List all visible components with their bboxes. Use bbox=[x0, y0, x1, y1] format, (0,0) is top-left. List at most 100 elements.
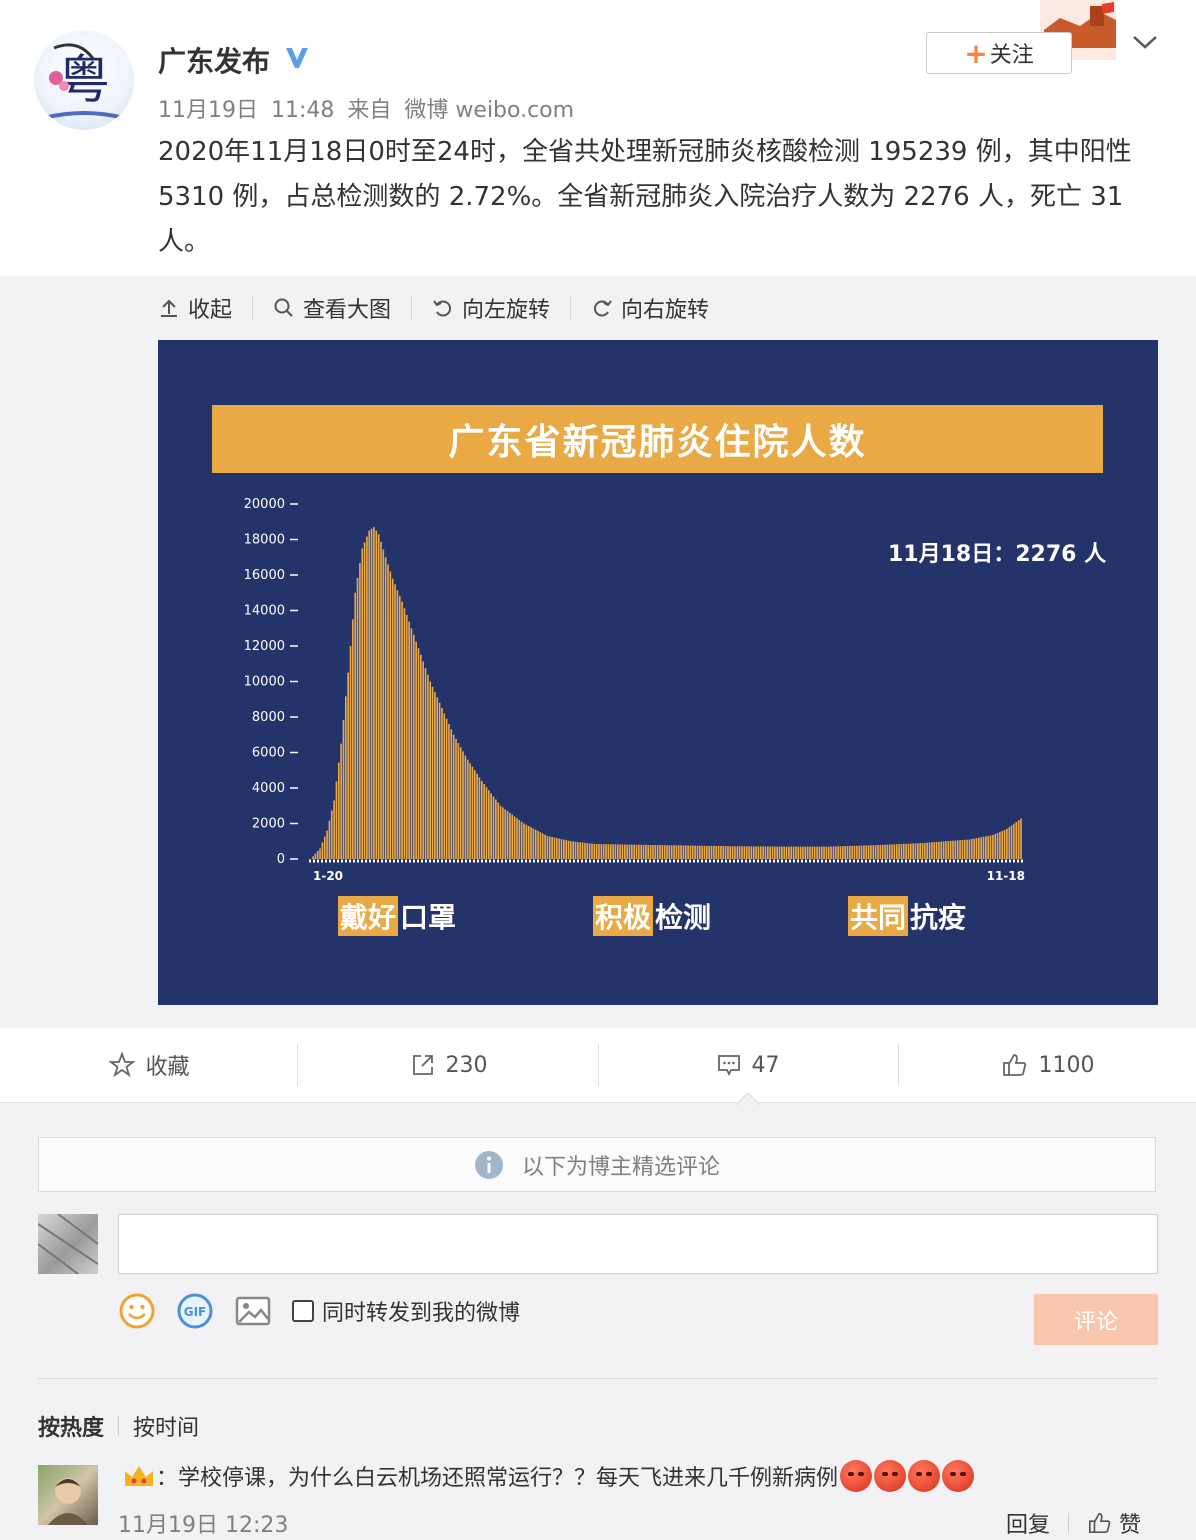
post-time[interactable]: 11:48 bbox=[271, 98, 334, 123]
bar bbox=[422, 661, 424, 859]
view-large-button[interactable]: 查看大图 bbox=[273, 292, 391, 324]
bar bbox=[495, 799, 497, 859]
repost-button[interactable]: 230 bbox=[299, 1028, 598, 1102]
rotate-right-label: 向右旋转 bbox=[621, 298, 710, 323]
bar bbox=[938, 841, 940, 859]
slogan-rest: 抗疫 bbox=[910, 901, 967, 934]
bar bbox=[476, 773, 478, 859]
bar bbox=[649, 844, 652, 859]
bar bbox=[820, 846, 823, 859]
bar bbox=[879, 844, 882, 859]
toolbar-divider bbox=[252, 297, 254, 319]
bar bbox=[389, 571, 392, 859]
angry-emoji-icon bbox=[874, 1460, 907, 1492]
bar bbox=[802, 846, 804, 859]
bar bbox=[778, 846, 781, 859]
bar bbox=[682, 845, 685, 859]
account-avatar[interactable]: 粤 bbox=[34, 30, 134, 130]
bar bbox=[523, 823, 525, 859]
commenter-avatar[interactable] bbox=[38, 1465, 98, 1525]
comment-input[interactable] bbox=[118, 1214, 1158, 1274]
emoji-icon[interactable] bbox=[118, 1292, 156, 1330]
sort-by-time[interactable]: 按时间 bbox=[133, 1410, 199, 1442]
gif-icon[interactable]: GIF bbox=[176, 1292, 214, 1330]
post-date[interactable]: 11月19日 bbox=[158, 98, 258, 123]
repost-checkbox[interactable] bbox=[292, 1300, 314, 1322]
post-text: 2020年11月18日0时至24时，全省共处理新冠肺炎核酸检测 195239 例… bbox=[158, 137, 1132, 257]
bar bbox=[445, 718, 448, 859]
bar bbox=[588, 843, 591, 859]
bar bbox=[398, 595, 401, 859]
collapse-button[interactable]: 收起 bbox=[158, 292, 232, 324]
bar bbox=[963, 839, 966, 859]
bar bbox=[947, 841, 950, 859]
bar bbox=[813, 846, 816, 859]
bar bbox=[999, 831, 1001, 859]
bar bbox=[656, 845, 659, 859]
bar bbox=[349, 646, 352, 859]
bar bbox=[438, 702, 441, 859]
bar bbox=[1003, 829, 1006, 859]
bar bbox=[429, 681, 432, 859]
bar bbox=[466, 759, 469, 859]
bar bbox=[375, 530, 378, 860]
bar bbox=[680, 845, 682, 859]
chevron-down-icon[interactable] bbox=[1130, 30, 1160, 54]
bar bbox=[731, 846, 734, 859]
bar bbox=[380, 541, 382, 859]
bar bbox=[1008, 827, 1011, 859]
favorite-button[interactable]: 收藏 bbox=[0, 1028, 299, 1102]
bar bbox=[593, 843, 596, 859]
bar bbox=[436, 697, 439, 859]
bar bbox=[316, 851, 319, 859]
like-comment-label[interactable]: 赞 bbox=[1119, 1507, 1141, 1539]
bar bbox=[459, 747, 462, 859]
comment-icon bbox=[717, 1055, 740, 1077]
bar bbox=[933, 842, 936, 859]
username[interactable]: 广东发布 bbox=[158, 40, 270, 80]
bar bbox=[860, 845, 863, 859]
repost-option[interactable]: 同时转发到我的微博 bbox=[292, 1295, 520, 1327]
rotate-right-button[interactable]: 向右旋转 bbox=[591, 292, 709, 324]
bar bbox=[755, 846, 757, 859]
sort-by-hot[interactable]: 按热度 bbox=[38, 1410, 104, 1442]
bar bbox=[785, 846, 788, 859]
follow-label: 关注 bbox=[989, 43, 1034, 68]
comment-button[interactable]: 47 bbox=[598, 1028, 897, 1102]
bar bbox=[333, 800, 335, 859]
thumbs-up-icon[interactable] bbox=[1087, 1511, 1113, 1535]
bar bbox=[452, 734, 455, 859]
bar bbox=[502, 807, 504, 859]
bar bbox=[917, 843, 919, 859]
bar bbox=[652, 844, 654, 859]
bar bbox=[790, 846, 793, 859]
bar bbox=[844, 846, 846, 859]
bar bbox=[361, 548, 364, 860]
follow-button[interactable]: + 关注 bbox=[926, 32, 1072, 74]
bar bbox=[448, 724, 450, 859]
like-button[interactable]: 1100 bbox=[898, 1028, 1196, 1102]
bar bbox=[858, 845, 861, 859]
bar bbox=[337, 762, 340, 859]
vip-crown-icon[interactable] bbox=[122, 1462, 156, 1490]
bar bbox=[450, 729, 453, 859]
angry-emoji-icon bbox=[840, 1460, 873, 1492]
bar bbox=[706, 845, 708, 859]
bar bbox=[570, 841, 572, 859]
rotate-left-button[interactable]: 向左旋转 bbox=[432, 292, 550, 324]
bar bbox=[323, 836, 326, 859]
bar bbox=[818, 846, 821, 859]
image-icon[interactable] bbox=[234, 1292, 272, 1330]
submit-comment-button[interactable]: 评论 bbox=[1034, 1294, 1158, 1345]
bar bbox=[752, 846, 755, 859]
bar bbox=[811, 846, 814, 859]
my-avatar[interactable] bbox=[38, 1214, 98, 1274]
bar bbox=[509, 812, 511, 859]
post-source[interactable]: 微博 weibo.com bbox=[404, 98, 574, 123]
bar bbox=[424, 668, 427, 859]
bar bbox=[560, 839, 563, 859]
bar bbox=[853, 845, 856, 859]
reply-button[interactable]: 回复 bbox=[1006, 1507, 1050, 1539]
bar bbox=[940, 841, 943, 859]
bar bbox=[661, 845, 664, 859]
